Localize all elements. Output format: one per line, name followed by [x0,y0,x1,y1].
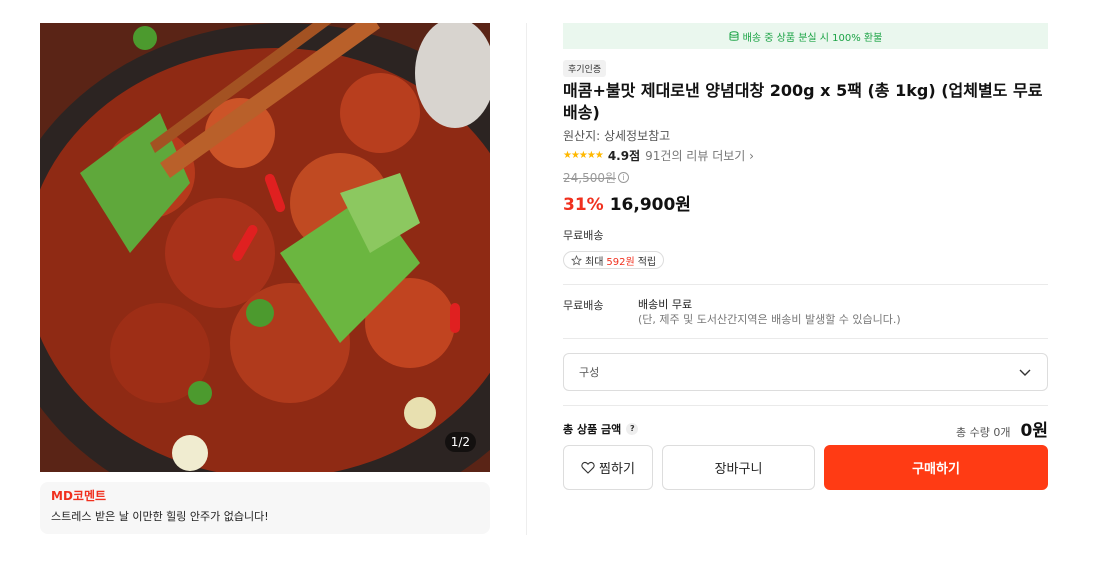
heart-icon [581,461,595,474]
sale-price: 16,900원 [609,195,691,215]
shipping-note: (단, 제주 및 도서산간지역은 배송비 발생할 수 있습니다.) [638,312,901,326]
divider [563,404,1048,406]
divider [563,337,1048,339]
md-comment: MD코멘트 스트레스 받은 날 이만한 힐링 안주가 없습니다! [40,482,490,534]
action-buttons: 찜하기 장바구니 구매하기 [563,444,1048,490]
shipping-detail-label: 무료배송 [563,298,604,312]
points-badge: 최대 592원 적립 [563,251,665,269]
total-amount: 0원 [1020,421,1048,441]
product-origin: 원산지: 상세정보참고 [563,129,671,143]
reviews-link-label: 91건의 리뷰 더보기 [645,148,746,163]
refund-banner-text: 배송 중 상품 분실 시 100% 환불 [742,32,883,44]
product-info-panel: 배송 중 상품 분실 시 100% 환불 후기인증 매콤+불맛 제대로낸 양념대… [563,23,1048,490]
md-comment-title: MD코멘트 [51,489,107,503]
rating-row: ★★★★★ 4.9점 91건의 리뷰 더보기 › [563,147,1048,163]
review-verified-badge: 후기인증 [563,60,607,77]
shipping-fee-value: 배송비 무료 [638,297,693,311]
shipping-detail: 무료배송 배송비 무료 (단, 제주 및 도서산간지역은 배송비 발생할 수 있… [563,285,1048,338]
reviews-link[interactable]: 91건의 리뷰 더보기 › [645,147,754,164]
option-select[interactable]: 구성 [563,352,1048,391]
coin-stack-icon [729,30,739,41]
points-suffix: 적립 [637,256,657,268]
image-counter: 1/2 [444,432,476,452]
chevron-down-icon [1019,369,1031,376]
wishlist-button[interactable]: 찜하기 [563,444,653,490]
product-title: 매콤+불맛 제대로낸 양념대창 200g x 5팩 (총 1kg) (업체별도 … [563,81,1043,122]
help-icon[interactable]: ? [626,422,639,435]
chevron-right-icon: › [749,148,754,163]
product-image[interactable]: 1/2 [40,23,490,472]
star-rating-icon: ★★★★★ [563,149,604,161]
option-select-placeholder: 구성 [579,365,600,379]
points-prefix: 최대 [585,256,604,268]
original-price-row: 24,500원 i [563,170,1048,185]
discount-rate: 31% [563,195,604,215]
free-shipping-label: 무료배송 [563,229,604,242]
price-row: 31% 16,900원 [563,190,1048,215]
wishlist-button-label: 찜하기 [599,460,635,476]
point-star-icon [571,254,582,265]
info-icon[interactable]: i [618,172,630,183]
food-photo [40,23,490,472]
rating-score: 4.9점 [607,148,641,163]
buy-now-button[interactable]: 구매하기 [824,444,1048,490]
points-amount: 592원 [606,256,635,268]
original-price: 24,500원 [563,171,617,185]
add-to-cart-button[interactable]: 장바구니 [662,444,815,490]
total-label: 총 상품 금액 [563,422,622,436]
md-comment-text: 스트레스 받은 날 이만한 힐링 안주가 없습니다! [51,510,269,523]
column-divider [526,23,527,535]
total-quantity: 총 수량 0개 [956,426,1011,439]
refund-banner: 배송 중 상품 분실 시 100% 환불 [563,23,1048,49]
total-row: 총 상품 금액 ? 총 수량 0개 0원 [563,419,1048,441]
